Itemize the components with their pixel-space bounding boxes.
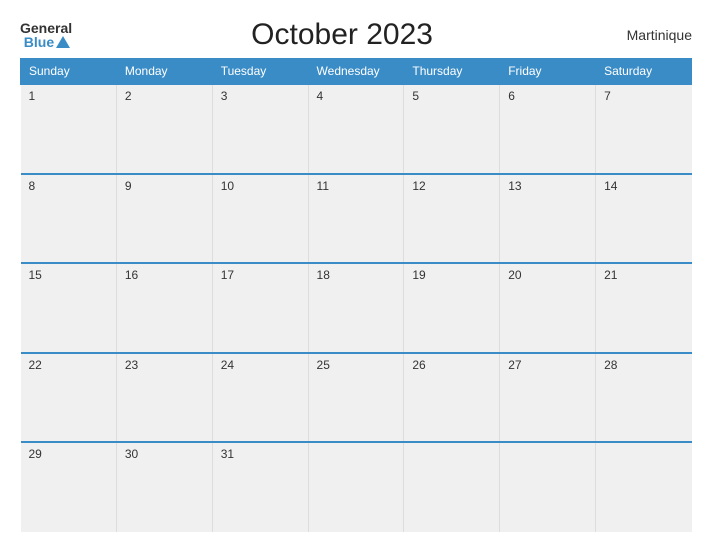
weekday-header-wednesday: Wednesday: [308, 59, 404, 85]
day-number: 17: [221, 268, 234, 282]
calendar-cell: 1: [21, 84, 117, 174]
location-label: Martinique: [612, 27, 692, 43]
day-number: 5: [412, 89, 419, 103]
calendar-cell: 27: [500, 353, 596, 443]
day-number: 6: [508, 89, 515, 103]
calendar-cell: [596, 442, 692, 532]
weekday-header-saturday: Saturday: [596, 59, 692, 85]
calendar-cell: 12: [404, 174, 500, 264]
month-title: October 2023: [72, 18, 612, 52]
weekday-header-row: SundayMondayTuesdayWednesdayThursdayFrid…: [21, 59, 692, 85]
calendar-cell: 25: [308, 353, 404, 443]
calendar-cell: 28: [596, 353, 692, 443]
day-number: 9: [125, 179, 132, 193]
day-number: 12: [412, 179, 425, 193]
calendar-week-row: 22 23 24 25 26 27 28: [21, 353, 692, 443]
day-number: 10: [221, 179, 234, 193]
day-number: 3: [221, 89, 228, 103]
logo-general: General: [20, 21, 72, 35]
calendar-cell: 11: [308, 174, 404, 264]
day-number: 14: [604, 179, 617, 193]
day-number: 8: [29, 179, 36, 193]
day-number: 28: [604, 358, 617, 372]
calendar-cell: 5: [404, 84, 500, 174]
calendar-cell: 23: [116, 353, 212, 443]
calendar-cell: 21: [596, 263, 692, 353]
calendar-cell: 30: [116, 442, 212, 532]
calendar-cell: 20: [500, 263, 596, 353]
calendar-table: SundayMondayTuesdayWednesdayThursdayFrid…: [20, 58, 692, 532]
calendar-cell: 16: [116, 263, 212, 353]
day-number: 7: [604, 89, 611, 103]
calendar-week-row: 1 2 3 4 5 6 7: [21, 84, 692, 174]
day-number: 31: [221, 447, 234, 461]
calendar-cell: 18: [308, 263, 404, 353]
calendar-cell: 8: [21, 174, 117, 264]
calendar-cell: 10: [212, 174, 308, 264]
calendar-cell: 4: [308, 84, 404, 174]
calendar-week-row: 29 30 31: [21, 442, 692, 532]
day-number: 27: [508, 358, 521, 372]
calendar-cell: 13: [500, 174, 596, 264]
day-number: 18: [317, 268, 330, 282]
calendar-week-row: 8 9 10 11 12 13 14: [21, 174, 692, 264]
calendar-cell: 17: [212, 263, 308, 353]
day-number: 29: [29, 447, 42, 461]
day-number: 26: [412, 358, 425, 372]
day-number: 20: [508, 268, 521, 282]
calendar-cell: 24: [212, 353, 308, 443]
day-number: 30: [125, 447, 138, 461]
calendar-cell: 9: [116, 174, 212, 264]
day-number: 24: [221, 358, 234, 372]
day-number: 1: [29, 89, 36, 103]
calendar-cell: 15: [21, 263, 117, 353]
logo-triangle-icon: [56, 36, 70, 48]
day-number: 21: [604, 268, 617, 282]
calendar-cell: [500, 442, 596, 532]
logo-blue: Blue: [24, 35, 54, 49]
day-number: 13: [508, 179, 521, 193]
weekday-header-tuesday: Tuesday: [212, 59, 308, 85]
calendar-cell: [404, 442, 500, 532]
day-number: 23: [125, 358, 138, 372]
day-number: 25: [317, 358, 330, 372]
calendar-cell: [308, 442, 404, 532]
day-number: 15: [29, 268, 42, 282]
weekday-header-friday: Friday: [500, 59, 596, 85]
day-number: 2: [125, 89, 132, 103]
day-number: 16: [125, 268, 138, 282]
top-bar: General Blue October 2023 Martinique: [20, 18, 692, 52]
weekday-header-thursday: Thursday: [404, 59, 500, 85]
day-number: 11: [317, 179, 329, 193]
day-number: 19: [412, 268, 425, 282]
day-number: 22: [29, 358, 42, 372]
weekday-header-sunday: Sunday: [21, 59, 117, 85]
calendar-cell: 31: [212, 442, 308, 532]
calendar-cell: 6: [500, 84, 596, 174]
logo: General Blue: [20, 21, 72, 49]
calendar-cell: 2: [116, 84, 212, 174]
calendar-cell: 7: [596, 84, 692, 174]
calendar-cell: 19: [404, 263, 500, 353]
calendar-cell: 14: [596, 174, 692, 264]
calendar-week-row: 15 16 17 18 19 20 21: [21, 263, 692, 353]
calendar-cell: 29: [21, 442, 117, 532]
calendar-cell: 3: [212, 84, 308, 174]
day-number: 4: [317, 89, 324, 103]
calendar-cell: 22: [21, 353, 117, 443]
weekday-header-monday: Monday: [116, 59, 212, 85]
calendar-cell: 26: [404, 353, 500, 443]
